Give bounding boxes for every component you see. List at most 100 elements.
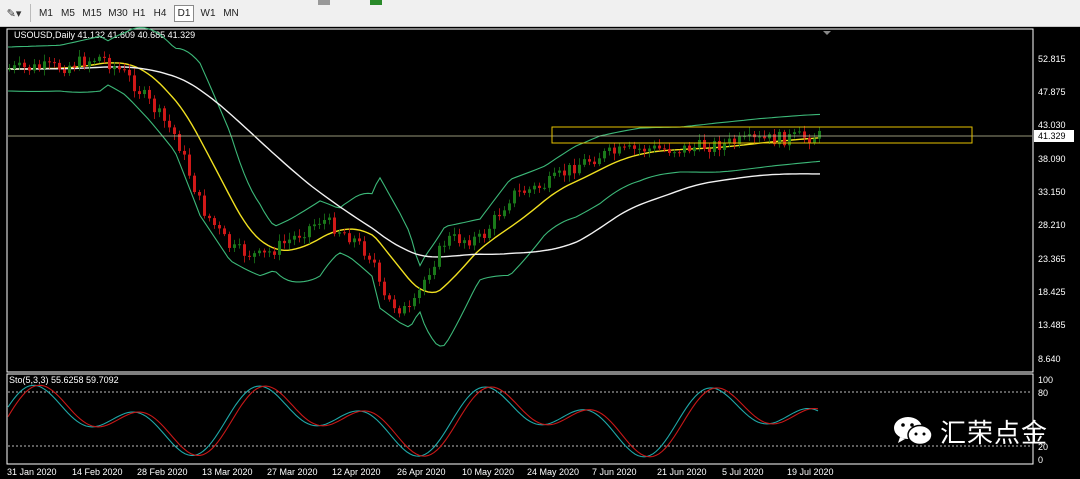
candle xyxy=(518,190,521,192)
tf-h1[interactable]: H1 xyxy=(130,5,148,22)
wechat-icon xyxy=(894,417,933,446)
candle xyxy=(528,189,531,193)
toolbar-indicator xyxy=(318,0,330,5)
date-tick: 26 Apr 2020 xyxy=(397,467,446,477)
candle xyxy=(478,233,481,237)
candle xyxy=(323,220,326,224)
candle xyxy=(533,185,536,190)
candle xyxy=(483,233,486,239)
date-tick: 19 Jul 2020 xyxy=(787,467,834,477)
current-price-label: 41.329 xyxy=(1038,131,1066,141)
candle xyxy=(73,65,76,68)
candle xyxy=(588,159,591,162)
candle xyxy=(108,57,111,70)
candle xyxy=(653,145,656,149)
candle xyxy=(568,165,571,176)
candle xyxy=(668,148,671,153)
candle xyxy=(428,275,431,280)
date-tick: 24 May 2020 xyxy=(527,467,579,477)
candle xyxy=(118,66,121,70)
chart-background xyxy=(0,27,1080,479)
candle xyxy=(13,65,16,69)
candle xyxy=(303,237,306,239)
candle xyxy=(83,56,86,67)
candle xyxy=(28,67,31,71)
candle xyxy=(458,234,461,244)
tf-m5[interactable]: M5 xyxy=(58,5,78,22)
candle xyxy=(68,65,71,74)
candle xyxy=(338,232,341,234)
candle xyxy=(23,62,26,68)
candle xyxy=(53,62,56,64)
candle xyxy=(423,279,426,291)
candle xyxy=(678,152,681,154)
candle xyxy=(558,170,561,173)
osc-tick: 0 xyxy=(1038,455,1043,465)
candle xyxy=(508,203,511,211)
candle xyxy=(158,108,161,113)
price-tick: 33.150 xyxy=(1038,187,1066,197)
candle xyxy=(193,175,196,193)
tf-d1[interactable]: D1 xyxy=(174,5,194,22)
candle xyxy=(803,131,806,138)
toolbar-indicator xyxy=(370,0,382,5)
candle xyxy=(433,266,436,276)
toolbar-separator xyxy=(30,4,31,22)
candle xyxy=(358,238,361,242)
candle xyxy=(513,190,516,204)
candle xyxy=(383,281,386,296)
tf-m30[interactable]: M30 xyxy=(106,5,130,22)
candle xyxy=(278,240,281,255)
candle xyxy=(283,240,286,244)
tf-h4[interactable]: H4 xyxy=(150,5,170,22)
price-tick: 47.875 xyxy=(1038,87,1066,97)
candle xyxy=(698,139,701,148)
candle xyxy=(313,224,316,227)
drawing-tools-dropdown[interactable]: ✎▾ xyxy=(2,4,26,22)
date-tick: 27 Mar 2020 xyxy=(267,467,318,477)
watermark-text: 汇荣点金 xyxy=(940,418,1049,449)
candle xyxy=(198,192,201,196)
candle xyxy=(618,146,621,154)
candle xyxy=(293,235,296,240)
candle xyxy=(318,223,321,225)
candle xyxy=(218,225,221,229)
candle xyxy=(188,154,191,176)
date-tick: 21 Jun 2020 xyxy=(657,467,707,477)
candle xyxy=(93,60,96,62)
candle xyxy=(543,187,546,189)
candle xyxy=(498,214,501,217)
candle xyxy=(563,170,566,176)
tf-m1[interactable]: M1 xyxy=(36,5,56,22)
price-tick: 23.365 xyxy=(1038,254,1066,264)
candle xyxy=(183,150,186,155)
candle xyxy=(633,145,636,149)
candle xyxy=(488,228,491,239)
candle xyxy=(548,176,551,188)
price-chart[interactable]: USOUSD,Daily 41.132 41.609 40.685 41.329… xyxy=(0,27,1080,479)
candle xyxy=(468,240,471,246)
tf-m15[interactable]: M15 xyxy=(80,5,104,22)
candle xyxy=(648,148,651,152)
candle xyxy=(213,218,216,226)
watermark: 汇荣点金 xyxy=(892,414,1049,449)
candle xyxy=(693,147,696,152)
candle xyxy=(18,62,21,66)
candle xyxy=(308,226,311,238)
candle xyxy=(233,244,236,248)
candle xyxy=(143,89,146,95)
tf-w1[interactable]: W1 xyxy=(198,5,218,22)
candle xyxy=(203,195,206,216)
candle xyxy=(473,236,476,246)
candle xyxy=(263,250,266,253)
tf-mn[interactable]: MN xyxy=(220,5,242,22)
price-tick: 38.090 xyxy=(1038,154,1066,164)
candle xyxy=(793,132,796,135)
candle xyxy=(408,306,411,308)
candle xyxy=(438,245,441,267)
candle xyxy=(453,234,456,236)
candle xyxy=(123,69,126,71)
candle xyxy=(493,214,496,229)
candle xyxy=(228,234,231,248)
candle xyxy=(268,251,271,253)
